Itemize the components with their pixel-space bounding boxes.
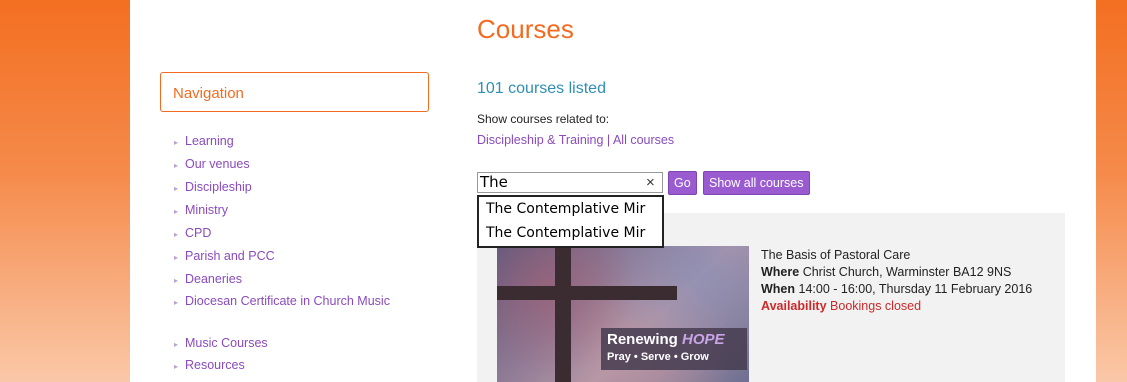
link-separator: |	[603, 133, 613, 147]
course-image: Renewing HOPE Pray • Serve • Grow	[497, 246, 749, 382]
chevron-right-icon: ▸	[174, 138, 179, 147]
image-banner: Renewing HOPE Pray • Serve • Grow	[601, 328, 747, 370]
where-value: Christ Church, Warminster BA12 9NS	[802, 265, 1012, 279]
courses-count: 101 courses listed	[477, 80, 606, 97]
chevron-right-icon: ▸	[174, 184, 179, 193]
navigation-list: ▸ Learning ▸ Our venues ▸ Discipleship ▸ Min…	[174, 134, 400, 380]
chevron-right-icon: ▸	[174, 230, 179, 239]
chevron-right-icon: ▸	[174, 298, 179, 307]
related-links: Discipleship & Training | All courses	[477, 133, 674, 147]
right-gradient-border	[1096, 0, 1127, 382]
availability-label: Availability	[761, 299, 827, 313]
left-gradient-border	[0, 0, 130, 382]
show-all-courses-button[interactable]: Show all courses	[703, 171, 810, 195]
autocomplete-dropdown: The Contemplative Mir The Contemplative …	[477, 195, 664, 248]
banner-text-renewing: Renewing	[607, 331, 678, 348]
banner-text-hope: HOPE	[682, 331, 725, 348]
autocomplete-item[interactable]: The Contemplative Mir	[479, 197, 662, 221]
navigation-header: Navigation	[160, 72, 429, 112]
course-availability: Availability Bookings closed	[761, 298, 1051, 315]
autocomplete-item[interactable]: The Contemplative Mir	[479, 221, 662, 245]
nav-item-diocesan-certificate[interactable]: ▸ Diocesan Certificate in Church Music	[174, 294, 400, 336]
page-title: Courses	[477, 14, 574, 44]
discipleship-training-link[interactable]: Discipleship & Training	[477, 133, 603, 147]
when-value: 14:00 - 16:00, Thursday 11 February 2016	[798, 282, 1033, 296]
nav-item-parish-and-pcc[interactable]: ▸ Parish and PCC	[174, 249, 400, 272]
nav-item-deaneries[interactable]: ▸ Deaneries	[174, 272, 400, 294]
when-label: When	[761, 282, 796, 296]
chevron-right-icon: ▸	[174, 161, 179, 170]
cross-bar	[497, 286, 677, 300]
search-input[interactable]: The	[477, 172, 663, 193]
nav-item-music-courses[interactable]: ▸ Music Courses	[174, 336, 400, 358]
navigation-title: Navigation	[173, 85, 244, 102]
all-courses-link[interactable]: All courses	[613, 133, 674, 147]
nav-item-cpd[interactable]: ▸ CPD	[174, 226, 400, 249]
availability-value: Bookings closed	[830, 299, 922, 313]
related-label: Show courses related to:	[477, 112, 610, 126]
nav-item-resources[interactable]: ▸ Resources	[174, 358, 400, 380]
chevron-right-icon: ▸	[174, 207, 179, 216]
nav-item-learning[interactable]: ▸ Learning	[174, 134, 400, 157]
course-title[interactable]: The Basis of Pastoral Care	[761, 247, 1051, 264]
go-button[interactable]: Go	[668, 171, 697, 195]
banner-text-tagline: Pray • Serve • Grow	[607, 351, 709, 363]
where-label: Where	[761, 265, 800, 279]
cross-icon	[555, 246, 571, 382]
clear-icon[interactable]: ×	[646, 172, 655, 193]
nav-item-discipleship[interactable]: ▸ Discipleship	[174, 180, 400, 203]
nav-item-our-venues[interactable]: ▸ Our venues	[174, 157, 400, 180]
chevron-right-icon: ▸	[174, 276, 179, 285]
nav-item-ministry[interactable]: ▸ Ministry	[174, 203, 400, 226]
chevron-right-icon: ▸	[174, 340, 179, 349]
chevron-right-icon: ▸	[174, 362, 179, 371]
course-when: When 14:00 - 16:00, Thursday 11 February…	[761, 281, 1051, 298]
course-details: The Basis of Pastoral Care Where Christ …	[761, 247, 1051, 315]
course-where: Where Christ Church, Warminster BA12 9NS	[761, 264, 1051, 281]
chevron-right-icon: ▸	[174, 253, 179, 262]
